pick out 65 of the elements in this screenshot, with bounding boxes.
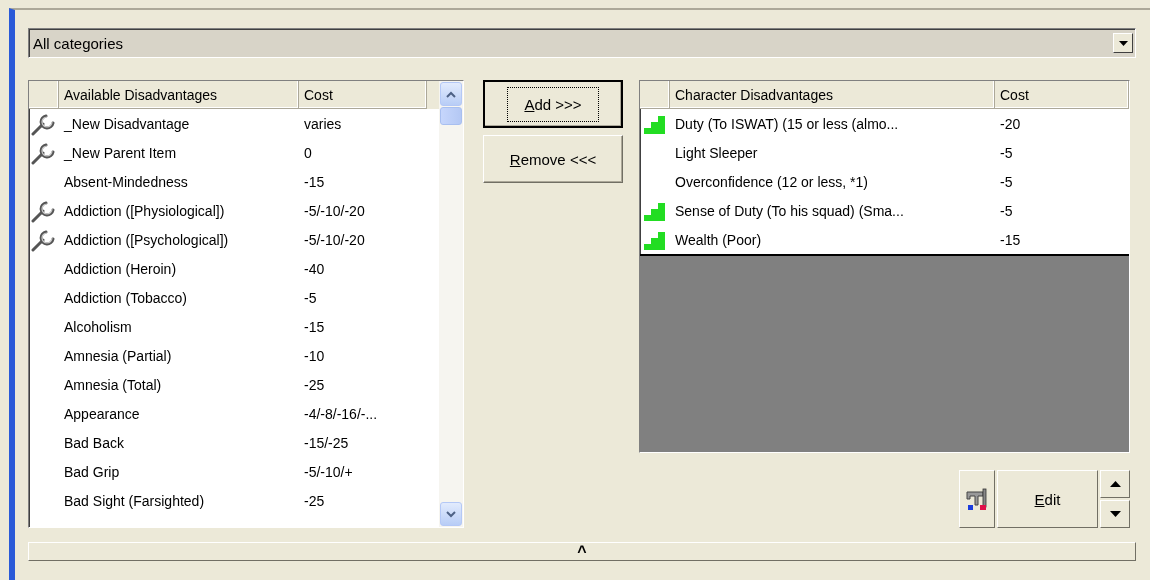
level-steps-icon: [644, 229, 666, 250]
level-steps-icon: [644, 200, 666, 221]
item-name[interactable]: Sense of Duty (To his squad) (Sma...: [670, 202, 995, 219]
item-cost: -5: [999, 144, 1014, 161]
item-name[interactable]: _New Disadvantage: [59, 115, 299, 132]
item-cost: -5/-10/-20: [303, 231, 366, 248]
item-name[interactable]: Amnesia (Partial): [59, 347, 299, 364]
item-cost: -40: [303, 260, 326, 277]
item-name[interactable]: Light Sleeper: [670, 144, 995, 161]
item-name[interactable]: Bad Grip: [59, 463, 299, 480]
item-cost: -15: [303, 318, 326, 335]
item-cost: -15: [999, 231, 1022, 248]
button[interactable]: Remove <<<: [483, 135, 623, 183]
scroll-thumb[interactable]: [440, 107, 462, 125]
item-name[interactable]: _New Parent Item: [59, 144, 299, 161]
item-name[interactable]: Overconfidence (12 or less, *1): [670, 173, 995, 190]
item-cost: -20: [999, 115, 1022, 132]
chevron-up-icon: [446, 90, 456, 98]
column-header[interactable]: Available Disadvantages: [59, 81, 299, 109]
item-name[interactable]: Addiction (Tobacco): [59, 289, 299, 306]
item-name[interactable]: Addiction (Heroin): [59, 260, 299, 277]
item-cost: -4/-8/-16/-...: [303, 405, 379, 422]
caret-icon: ^: [577, 542, 587, 561]
item-cost: -10: [303, 347, 326, 364]
item-name[interactable]: Duty (To ISWAT) (15 or less (almo...: [670, 115, 995, 132]
triangle-down-icon: [1109, 511, 1121, 517]
level-steps-icon: [644, 113, 666, 134]
item-cost: -5: [999, 173, 1014, 190]
item-cost: -5/-10/-20: [303, 202, 366, 219]
column-header[interactable]: Cost: [995, 81, 1129, 109]
item-name[interactable]: Addiction ([Physiological]): [59, 202, 299, 219]
item-cost: -25: [303, 492, 326, 509]
item-name[interactable]: Appearance: [59, 405, 299, 422]
item-cost: -25: [303, 376, 326, 393]
item-cost: varies: [303, 115, 343, 132]
item-cost: 0: [303, 144, 313, 161]
edit-button[interactable]: Edit: [997, 470, 1098, 528]
item-cost: -5: [999, 202, 1014, 219]
dropdown-arrow-icon: [1118, 40, 1128, 46]
item-name[interactable]: Amnesia (Total): [59, 376, 299, 393]
column-header[interactable]: Character Disadvantages: [670, 81, 995, 109]
chevron-down-icon: [446, 510, 456, 518]
scroll-down-button[interactable]: [440, 502, 462, 526]
item-cost: -15: [303, 173, 326, 190]
item-name[interactable]: Addiction ([Psychological]): [59, 231, 299, 248]
item-name[interactable]: Bad Sight (Farsighted): [59, 492, 299, 509]
column-header[interactable]: Cost: [299, 81, 427, 109]
move-up-button[interactable]: [1100, 470, 1130, 498]
item-cost: -5/-10/+: [303, 463, 354, 480]
scroll-up-button[interactable]: [440, 82, 462, 106]
item-name[interactable]: Wealth (Poor): [670, 231, 995, 248]
item-cost: -15/-25: [303, 434, 350, 451]
triangle-up-icon: [1109, 481, 1121, 487]
button[interactable]: Add >>>: [483, 80, 623, 128]
move-down-button[interactable]: [1100, 500, 1130, 528]
tool-icon: [965, 487, 989, 511]
item-name[interactable]: Absent-Mindedness: [59, 173, 299, 190]
item-name[interactable]: Bad Back: [59, 434, 299, 451]
item-cost: -5: [303, 289, 318, 306]
collapse-bar[interactable]: ^: [28, 542, 1136, 561]
tool-button[interactable]: [959, 470, 995, 528]
column-header: [640, 81, 670, 109]
column-header: [29, 81, 59, 109]
category-dropdown[interactable]: All categories: [28, 28, 1136, 58]
item-name[interactable]: Alcoholism: [59, 318, 299, 335]
